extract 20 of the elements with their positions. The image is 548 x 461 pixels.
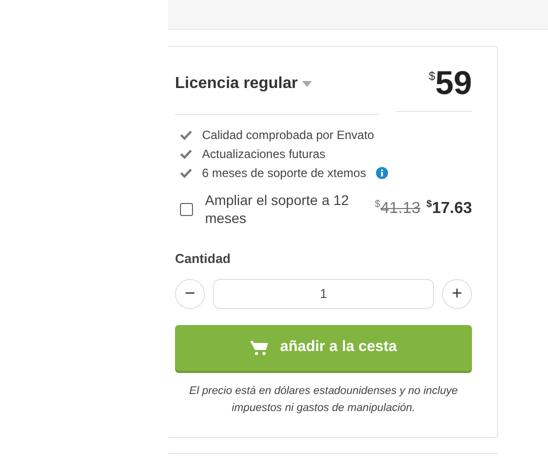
license-selector[interactable]: Licencia regular xyxy=(175,72,312,96)
check-icon xyxy=(180,130,192,140)
info-icon[interactable] xyxy=(376,167,388,179)
price: $59 xyxy=(428,65,472,101)
increase-button[interactable]: + xyxy=(442,278,472,308)
old-price: $41.13 xyxy=(374,198,420,219)
cart-icon xyxy=(250,340,268,356)
feature-text: Calidad comprobada por Envato xyxy=(202,127,374,144)
feature-text: 6 meses de soporte de xtemos xyxy=(202,165,366,182)
caret-icon xyxy=(302,81,312,87)
check-icon xyxy=(180,149,192,159)
support-label: Ampliar el soporte a 12 meses xyxy=(205,191,350,227)
support-price: $17.63 xyxy=(426,198,472,219)
price-note: El precio está en dólares estadounidenses y no incluye impuestos ni gastos de manipulación. xyxy=(188,384,459,416)
quantity-field[interactable]: 1 xyxy=(213,278,434,308)
decrease-button[interactable]: − xyxy=(175,278,205,308)
support-checkbox[interactable] xyxy=(180,202,193,216)
quantity-label: Cantidad xyxy=(175,250,232,268)
feature-text: Actualizaciones futuras xyxy=(202,146,326,163)
check-icon xyxy=(180,168,192,178)
